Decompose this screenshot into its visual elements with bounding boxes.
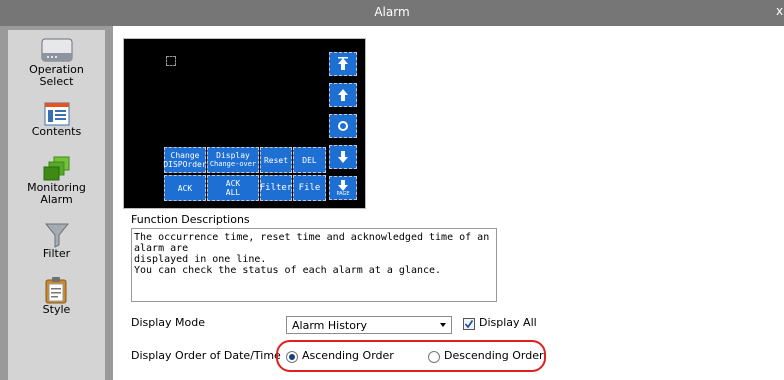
del-button[interactable]: DEL: [293, 147, 326, 173]
sidebar-item-label: Contents: [31, 125, 82, 138]
button-label: Display: [216, 151, 250, 160]
title-bar: Alarm x: [0, 0, 784, 26]
sidebar-item-label: Operation Select: [29, 63, 84, 88]
button-label: Change: [170, 151, 200, 160]
small-image-icon: [166, 56, 176, 66]
filter-button[interactable]: Filter: [260, 175, 292, 201]
page-label: PAGE: [336, 190, 350, 197]
display-mode-select[interactable]: Alarm History: [286, 316, 452, 334]
hard-drive-icon: [41, 38, 72, 62]
descending-order-radio[interactable]: [428, 351, 440, 363]
display-all-checkbox[interactable]: [463, 318, 475, 330]
button-label: Filter: [259, 182, 293, 193]
button-label: Change-over: [209, 160, 257, 168]
checkmark-icon: [464, 320, 474, 329]
down-arrow-icon[interactable]: [329, 145, 357, 169]
button-label: ACK: [177, 183, 193, 193]
file-button[interactable]: File: [293, 175, 326, 201]
button-label: Reset: [263, 155, 289, 165]
monitoring-alarm-icon: [43, 156, 69, 181]
page-down-icon[interactable]: PAGE: [329, 176, 357, 200]
up-arrow-icon[interactable]: [329, 83, 357, 107]
button-label: ALL: [225, 188, 241, 197]
display-order-label: Display Order of Date/Time: [131, 349, 281, 362]
filter-icon: [44, 223, 69, 248]
sidebar-item-contents[interactable]: Contents: [8, 102, 105, 138]
ack-all-button[interactable]: ACK ALL: [207, 175, 259, 201]
chevron-down-icon: [440, 323, 446, 327]
page-up-icon[interactable]: [329, 52, 357, 76]
function-descriptions-label: Function Descriptions: [131, 213, 250, 226]
change-dispo-order-button[interactable]: Change DISPOrder: [163, 147, 207, 173]
sidebar-item-label: Monitoring Alarm: [27, 181, 86, 206]
button-label: File: [298, 182, 321, 193]
sidebar-panel: Operation Select Contents Monitoring Ala…: [8, 30, 105, 380]
button-label: DEL: [302, 155, 317, 165]
sidebar-item-filter[interactable]: Filter: [8, 222, 105, 260]
sidebar-item-label: Style: [42, 303, 71, 316]
descending-order-label[interactable]: Descending Order: [444, 349, 544, 362]
display-mode-label: Display Mode: [131, 316, 206, 329]
alarm-preview: PAGE Change DISPOrder Display Change-ove…: [123, 38, 366, 209]
sidebar-item-label: Filter: [42, 247, 71, 260]
sidebar-item-style[interactable]: Style: [8, 276, 105, 316]
sidebar-item-monitoring-alarm[interactable]: Monitoring Alarm: [8, 156, 105, 206]
reset-button[interactable]: Reset: [260, 147, 292, 173]
display-all-label[interactable]: Display All: [479, 316, 537, 329]
display-change-over-button[interactable]: Display Change-over: [207, 147, 259, 173]
display-mode-value: Alarm History: [292, 319, 367, 332]
ascending-order-label[interactable]: Ascending Order: [302, 349, 394, 362]
sidebar: Operation Select Contents Monitoring Ala…: [0, 26, 113, 380]
button-label: DISPOrder: [163, 160, 207, 169]
clipboard-style-icon: [45, 277, 66, 304]
circle-icon[interactable]: [329, 114, 357, 138]
close-icon[interactable]: x: [776, 4, 784, 18]
ack-button[interactable]: ACK: [164, 175, 206, 201]
function-descriptions-text[interactable]: The occurrence time, reset time and ackn…: [131, 228, 497, 302]
contents-icon: [44, 102, 69, 126]
window-title: Alarm: [374, 5, 410, 19]
button-label: ACK: [225, 179, 241, 188]
ascending-order-radio[interactable]: [286, 351, 298, 363]
sidebar-item-operation-select[interactable]: Operation Select: [8, 36, 105, 88]
